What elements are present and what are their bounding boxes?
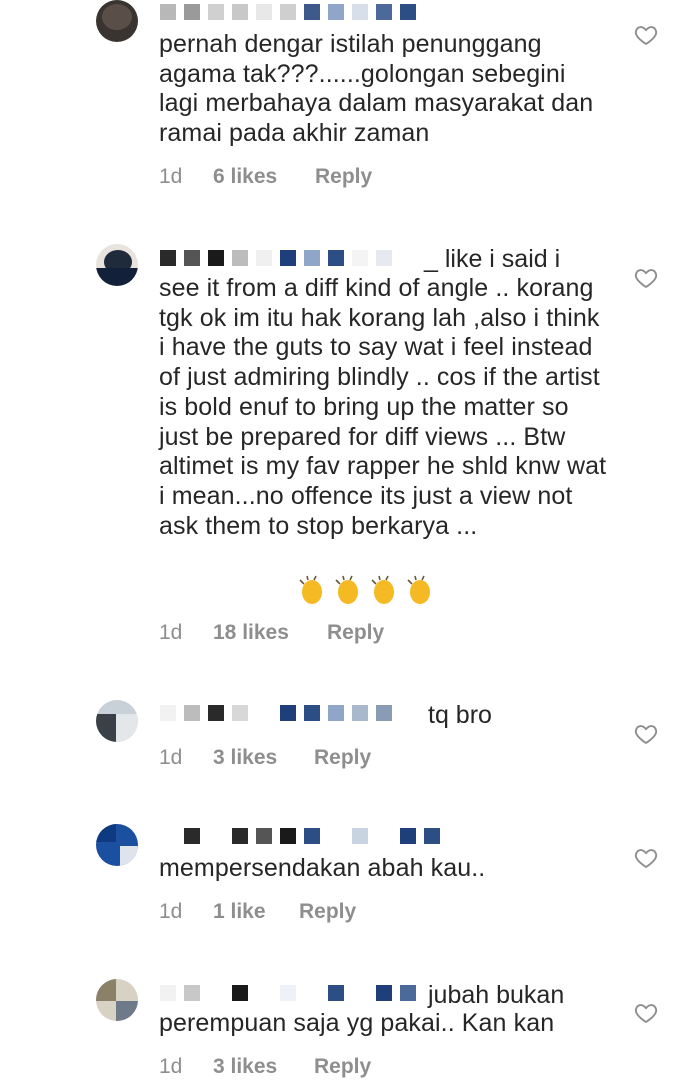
avatar[interactable] [96,979,138,1021]
username-redacted[interactable] [160,703,392,723]
comment-time: 1d [159,1055,183,1078]
comment-text-inline: tq bro [428,701,492,729]
reply-button[interactable]: Reply [314,1055,371,1079]
heart-outline-icon[interactable] [634,722,658,746]
likes-count[interactable]: 3 likes [213,1055,314,1079]
comment-text: see it from a diff kind of angle .. kora… [159,274,614,540]
heart-outline-icon[interactable] [634,23,658,47]
comment-text: pernah dengar istilah penunggang agama t… [159,30,601,148]
username-redacted[interactable] [160,826,440,846]
comment-meta: 1d 1 like Reply [159,900,356,924]
heart-outline-icon[interactable] [634,1001,658,1025]
reply-button[interactable]: Reply [315,165,372,189]
avatar[interactable] [96,824,138,866]
username-redacted[interactable] [160,248,392,268]
likes-count[interactable]: 18 likes [213,621,327,645]
heart-outline-icon[interactable] [634,266,658,290]
avatar[interactable] [96,0,138,42]
reply-button[interactable]: Reply [314,746,371,770]
comment-time: 1d [159,900,183,923]
comment-meta: 1d 6 likes Reply [159,165,372,189]
comment-meta: 1d 3 likes Reply [159,1055,371,1079]
username-redacted[interactable] [160,2,416,22]
username-redacted[interactable] [160,983,416,1003]
reply-button[interactable]: Reply [327,621,384,645]
comment-time: 1d [159,746,183,769]
comment-text-inline: jubah bukan [428,981,565,1009]
comment-time: 1d [159,165,183,188]
heart-outline-icon[interactable] [634,846,658,870]
comment-text: mempersendakan abah kau.. [159,854,486,882]
comment-time: 1d [159,621,183,644]
likes-count[interactable]: 1 like [213,900,299,924]
clapping-hands-emoji [292,574,436,606]
comment-text: perempuan saja yg pakai.. Kan kan [159,1009,555,1037]
reply-button[interactable]: Reply [299,900,356,924]
avatar[interactable] [96,244,138,286]
comment-text-inline: _ like i said i [424,245,561,273]
comment-meta: 1d 18 likes Reply [159,621,384,645]
comment-meta: 1d 3 likes Reply [159,746,371,770]
likes-count[interactable]: 3 likes [213,746,314,770]
avatar[interactable] [96,700,138,742]
likes-count[interactable]: 6 likes [213,165,315,189]
